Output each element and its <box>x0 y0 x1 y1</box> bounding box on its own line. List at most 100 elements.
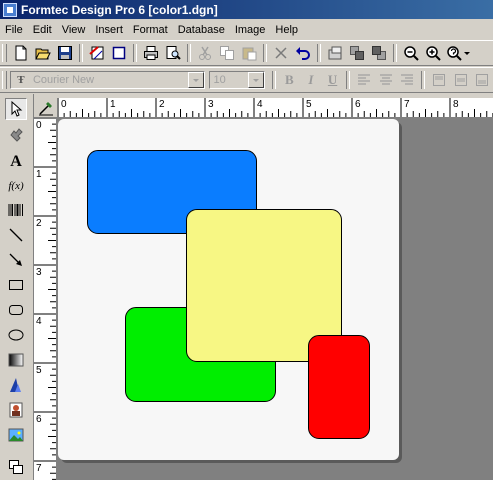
delete-button[interactable] <box>270 42 292 64</box>
ruler-origin-icon <box>38 101 53 115</box>
text-tool[interactable]: A <box>5 149 27 171</box>
zoom-out-button[interactable] <box>400 42 422 64</box>
horizontal-ruler[interactable]: 0 1 2 3 4 5 6 7 8 <box>57 98 493 118</box>
properties-button[interactable] <box>324 42 346 64</box>
menu-image[interactable]: Image <box>230 24 271 36</box>
red-rectangle[interactable] <box>308 335 370 439</box>
menu-database[interactable]: Database <box>173 24 230 36</box>
ruler-v-label: 0 <box>36 120 42 131</box>
align-top-button[interactable] <box>428 69 450 91</box>
align-left-icon <box>358 74 371 85</box>
design-page[interactable] <box>58 119 399 460</box>
print-preview-button[interactable] <box>162 42 184 64</box>
menu-help[interactable]: Help <box>270 24 303 36</box>
ruler-v-label: 5 <box>36 365 42 376</box>
zoom-icon <box>447 46 462 61</box>
print-button[interactable] <box>140 42 162 64</box>
save-icon <box>58 46 72 60</box>
new-button[interactable] <box>10 42 32 64</box>
image-icon <box>8 428 24 442</box>
toolbar-separator <box>346 71 351 89</box>
hand-tool[interactable] <box>5 124 27 146</box>
align-left-button[interactable] <box>353 69 375 91</box>
menu-edit[interactable]: Edit <box>28 24 57 36</box>
toolbar-separator <box>79 44 83 62</box>
page-setup-icon <box>89 46 104 60</box>
menu-file[interactable]: File <box>0 24 28 36</box>
copy-icon <box>220 46 234 60</box>
ruler-h-label: 3 <box>208 99 214 110</box>
pointer-tool[interactable] <box>5 98 27 120</box>
paste-button[interactable] <box>238 42 260 64</box>
photo-tool[interactable] <box>5 399 27 421</box>
frame-button[interactable] <box>108 42 130 64</box>
align-right-button[interactable] <box>397 69 419 91</box>
toolbar-separator <box>393 44 397 62</box>
toolbar-separator <box>317 44 321 62</box>
ruler-h-label: 6 <box>355 99 361 110</box>
bold-button[interactable]: B <box>279 69 301 91</box>
underline-button[interactable]: U <box>322 69 344 91</box>
save-button[interactable] <box>54 42 76 64</box>
barcode-tool[interactable] <box>5 199 27 221</box>
image-tool[interactable] <box>5 424 27 446</box>
font-value: Courier New <box>32 74 95 86</box>
ruler-h-label: 1 <box>110 99 116 110</box>
app-icon[interactable] <box>3 2 17 17</box>
cut-icon <box>199 46 211 60</box>
cut-button[interactable] <box>194 42 216 64</box>
line-tool[interactable] <box>5 224 27 246</box>
ruler-h-label: 5 <box>306 99 312 110</box>
align-center-button[interactable] <box>375 69 397 91</box>
format-toolbar: Ŧ Courier New 10 B I U <box>0 67 493 93</box>
menu-insert[interactable]: Insert <box>90 24 128 36</box>
send-back-button[interactable] <box>368 42 390 64</box>
ruler-v-label: 3 <box>36 267 42 278</box>
toolbar-grip[interactable] <box>2 71 7 89</box>
ellipse-tool[interactable] <box>5 324 27 346</box>
svg-text:A: A <box>10 153 22 169</box>
ruler-v-label: 2 <box>36 218 42 229</box>
menu-bar: File Edit View Insert Format Database Im… <box>0 20 493 39</box>
undo-button[interactable] <box>292 42 314 64</box>
font-select[interactable]: Ŧ Courier New <box>9 71 205 89</box>
toolbar-separator <box>421 71 426 89</box>
text-art-icon <box>10 378 21 392</box>
menu-view[interactable]: View <box>57 24 91 36</box>
open-button[interactable] <box>32 42 54 64</box>
align-middle-button[interactable] <box>450 69 472 91</box>
zoom-button[interactable] <box>444 42 472 64</box>
toolbar-separator <box>263 44 267 62</box>
ruler-corner[interactable] <box>34 98 57 117</box>
italic-button[interactable]: I <box>300 69 322 91</box>
bring-front-button[interactable] <box>346 42 368 64</box>
undo-icon <box>296 47 310 60</box>
layers-tool[interactable] <box>5 456 27 478</box>
align-bottom-button[interactable] <box>471 69 493 91</box>
window-title: Formtec Design Pro 6 [color1.dgn] <box>21 2 218 17</box>
delete-icon <box>275 47 287 59</box>
rectangle-icon <box>9 280 23 290</box>
ruler-h-label: 7 <box>404 99 410 110</box>
arrow-icon <box>9 253 22 266</box>
arrow-tool[interactable] <box>5 249 27 271</box>
ruler-v-label: 7 <box>36 463 42 474</box>
photo-icon <box>9 402 23 418</box>
font-size-select[interactable]: 10 <box>208 71 265 89</box>
design-workspace[interactable] <box>57 118 493 480</box>
toolbar-grip[interactable] <box>2 44 7 62</box>
text-art-tool[interactable] <box>5 374 27 396</box>
gradient-icon <box>8 353 24 367</box>
bring-front-icon <box>350 46 364 60</box>
copy-button[interactable] <box>216 42 238 64</box>
menu-format[interactable]: Format <box>128 24 173 36</box>
align-middle-icon <box>454 74 467 86</box>
formula-tool[interactable]: f(x) <box>5 174 27 196</box>
vertical-ruler[interactable]: 0 1 2 3 4 5 6 7 <box>34 117 57 480</box>
page-setup-button[interactable] <box>86 42 108 64</box>
zoom-in-button[interactable] <box>422 42 444 64</box>
gradient-tool[interactable] <box>5 349 27 371</box>
rectangle-tool[interactable] <box>5 274 27 296</box>
print-preview-icon <box>166 46 181 60</box>
rounded-rectangle-tool[interactable] <box>5 299 27 321</box>
